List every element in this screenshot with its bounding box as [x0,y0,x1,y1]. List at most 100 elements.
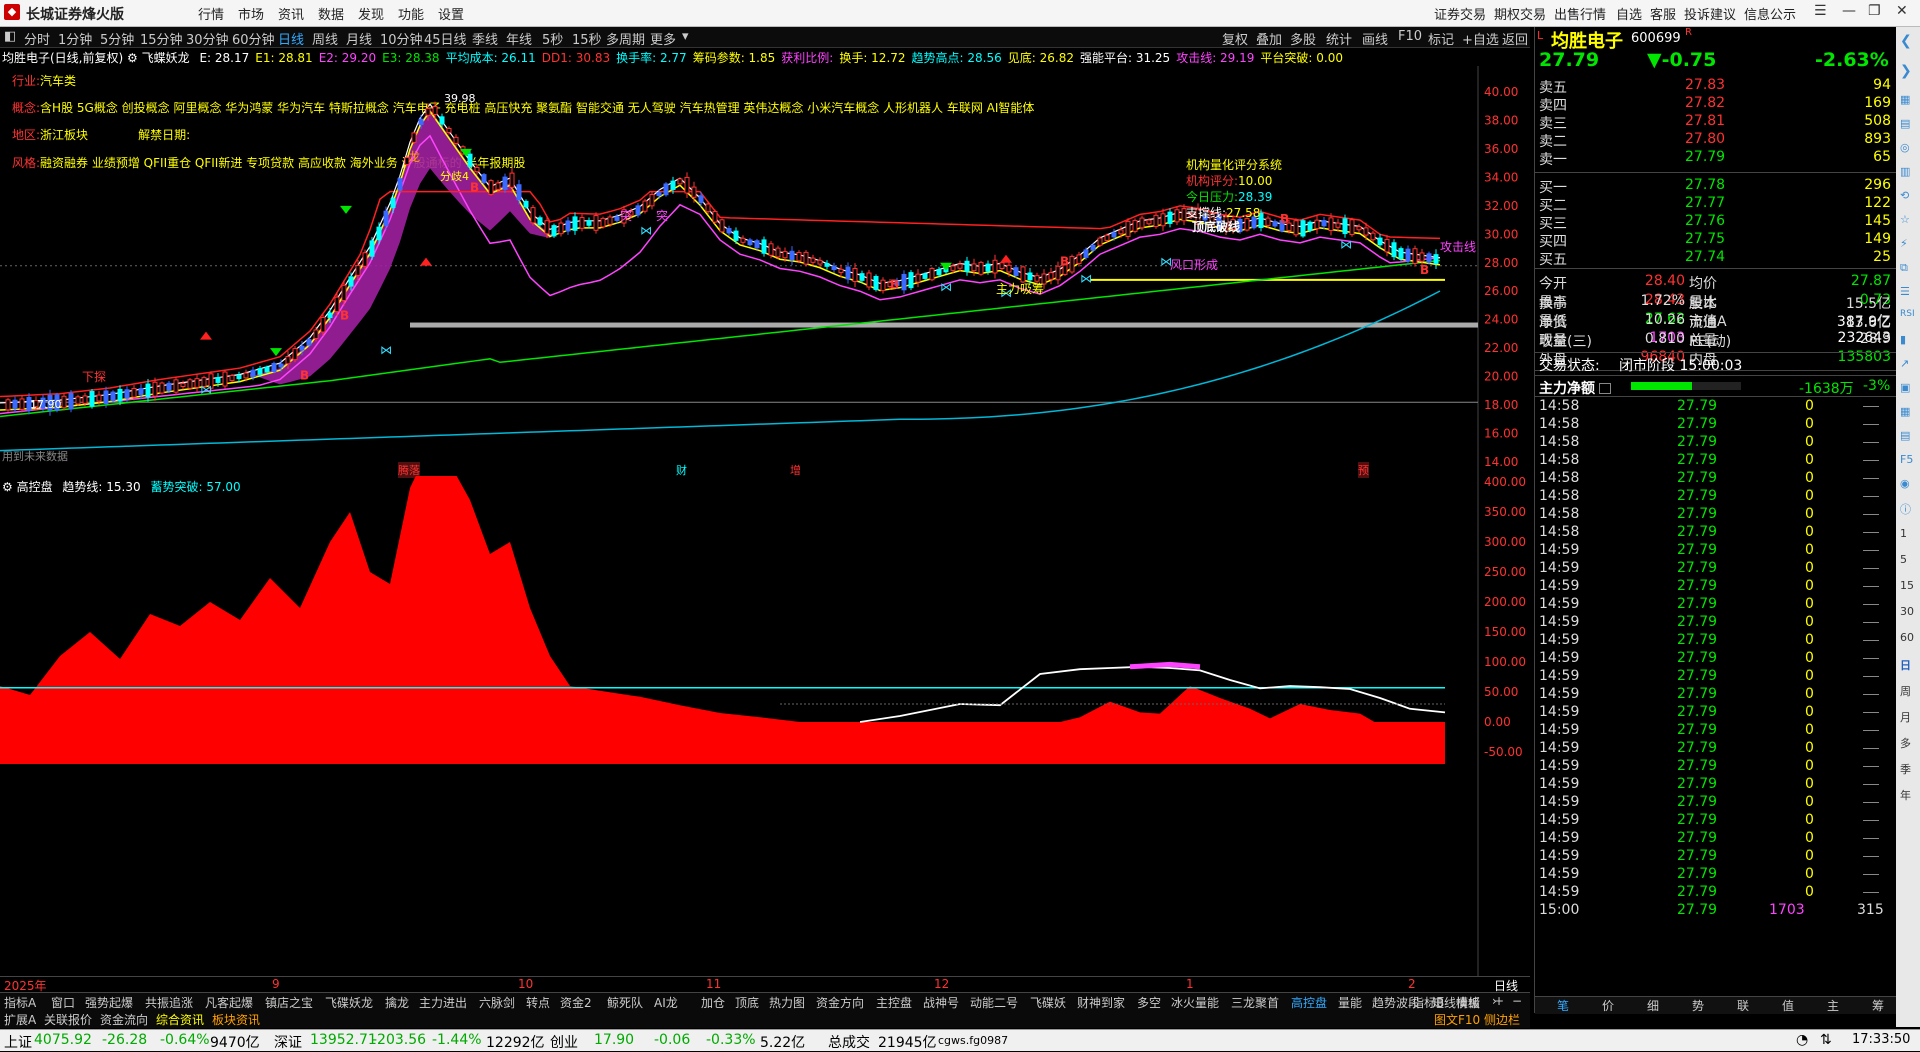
rail-period-1[interactable]: 1 [1900,527,1907,540]
indicator-tab[interactable]: 热力图 [769,994,805,1011]
detail-tab[interactable]: 主 [1827,997,1839,1014]
rail-bolt-icon[interactable]: ⚡ [1900,237,1908,250]
indicator-tab[interactable]: 飞碟妖 [1030,994,1066,1011]
rail-period-multi[interactable]: 多 [1900,735,1911,751]
indicator-tab[interactable]: 鲸死队 [607,994,643,1011]
period-multi[interactable]: 多周期 [606,29,645,48]
indicator-tab[interactable]: 镇店之宝 [265,994,313,1011]
tool-draw[interactable]: 画线 [1362,29,1388,48]
menu-options-trade[interactable]: 期权交易 [1494,4,1546,23]
indicator-b-tab[interactable]: 指标B [1412,994,1444,1011]
period-quarter[interactable]: 季线 [472,29,498,48]
menu-discover[interactable]: 发现 [358,4,384,23]
rail-grid-icon[interactable]: ▦ [1900,93,1910,106]
detail-tab[interactable]: 值 [1782,997,1794,1014]
rail-bars-icon[interactable]: ▮ [1900,333,1906,346]
ext-tab-related[interactable]: 关联报价 [44,1011,92,1028]
rail-lock-icon[interactable]: ▣ [1900,381,1910,394]
indicator-tab[interactable]: 擒龙 [385,994,409,1011]
indicator-tab[interactable]: 战神号 [923,994,959,1011]
menu-watchlist[interactable]: 自选 [1616,4,1642,23]
tool-mark[interactable]: 标记 [1428,29,1454,48]
indicator-tab[interactable]: AI龙 [654,994,678,1011]
menu-news[interactable]: 资讯 [278,4,304,23]
detail-tab[interactable]: 细 [1647,997,1659,1014]
ext-tab-f10-sidebar[interactable]: 图文F10 侧边栏 [1434,1011,1520,1028]
period-10min[interactable]: 10分钟 [380,29,423,48]
rail-period-day[interactable]: 日 [1900,657,1911,673]
indicator-tab[interactable]: 资金方向 [816,994,864,1011]
indicator-tab[interactable]: 多空 [1137,994,1161,1011]
rail-rsi-icon[interactable]: RSI [1900,309,1915,319]
indicator-tab[interactable]: 强势起爆 [85,994,133,1011]
rail-period-15[interactable]: 15 [1900,579,1914,592]
period-45day[interactable]: 45日线 [424,29,467,48]
template-tab[interactable]: 模板 [1456,994,1480,1011]
tool-stats[interactable]: 统计 [1326,29,1352,48]
rail-period-5[interactable]: 5 [1900,553,1907,566]
rail-doc-icon[interactable]: ▤ [1900,429,1910,442]
indicator-tab[interactable]: 主控盘 [876,994,912,1011]
detail-tab[interactable]: 势 [1692,997,1704,1014]
period-5sec[interactable]: 5秒 [542,29,563,48]
indicator-name[interactable]: 飞蝶妖龙 [142,51,190,65]
period-weekly[interactable]: 周线 [312,29,338,48]
maximize-icon[interactable]: ❐ [1868,3,1881,19]
add-tab-icon[interactable]: + [1494,994,1504,1008]
indicator-tab[interactable]: 六脉剑 [479,994,515,1011]
rail-period-week[interactable]: 周 [1900,683,1911,699]
menu-service[interactable]: 客服 [1650,4,1676,23]
indicator-tab[interactable]: 飞碟妖龙 [325,994,373,1011]
indicator-tab[interactable]: 凡客起爆 [205,994,253,1011]
menu-market[interactable]: 行情 [198,4,224,23]
ext-tab-sector-news[interactable]: 板块资讯 [212,1011,260,1028]
indicator-tab[interactable]: 高控盘 [1291,994,1327,1011]
indicator-tab[interactable]: 三龙聚首 [1231,994,1279,1011]
rail-period-month[interactable]: 月 [1900,709,1911,725]
indicator-tab[interactable]: 顶底 [735,994,759,1011]
ext-tab-news[interactable]: 综合资讯 [156,1011,204,1028]
period-more[interactable]: 更多 [650,29,676,48]
chevron-down-icon[interactable]: ▾ [682,29,689,44]
menu-function[interactable]: 功能 [398,4,424,23]
indicator-tab[interactable]: 加仓 [701,994,725,1011]
detail-tab[interactable]: 价 [1602,997,1614,1014]
panel-toggle-icon[interactable]: ◧ [4,29,16,44]
menu-settings[interactable]: 设置 [438,4,464,23]
period-15min[interactable]: 15分钟 [140,29,183,48]
tool-adjust[interactable]: 复权 [1222,29,1248,48]
indicator-tab[interactable]: 指标A [4,994,36,1011]
control-indicator-chart[interactable]: 450.00400.00350.00300.00250.00200.00150.… [0,476,1530,976]
menu-complaints[interactable]: 投诉建议 [1684,4,1736,23]
rail-history-icon[interactable]: ⟲ [1900,189,1909,202]
rail-compass-icon[interactable]: ◎ [1900,141,1910,154]
rail-trend-icon[interactable]: ↗ [1900,357,1909,370]
menu-securities-trade[interactable]: 证券交易 [1434,4,1486,23]
rail-tag-icon[interactable]: ⧉ [1900,261,1908,275]
sz-label[interactable]: 深证 [274,1032,302,1052]
rail-target-icon[interactable]: ◉ [1900,477,1910,490]
period-60min[interactable]: 60分钟 [232,29,275,48]
indicator-tab[interactable]: 财神到家 [1077,994,1125,1011]
indicator-tab[interactable]: 动能二号 [970,994,1018,1011]
period-15sec[interactable]: 15秒 [572,29,602,48]
tool-add-watch[interactable]: +自选 [1462,29,1499,48]
rail-period-30[interactable]: 30 [1900,605,1914,618]
period-year[interactable]: 年线 [506,29,532,48]
chevron-left-icon[interactable]: ❮ [1900,33,1912,49]
ext-tab-fund-flow[interactable]: 资金流向 [100,1011,148,1028]
indicator-tab[interactable]: 窗口 [51,994,75,1011]
period-5min[interactable]: 5分钟 [100,29,134,48]
menu-sell-quotes[interactable]: 出售行情 [1554,4,1606,23]
rail-period-60[interactable]: 60 [1900,631,1914,644]
menu-market2[interactable]: 市场 [238,4,264,23]
menu-disclosure[interactable]: 信息公示 [1744,4,1796,23]
rail-grid2-icon[interactable]: ▦ [1900,405,1910,418]
menu-icon[interactable]: ☰ [1814,3,1827,19]
indicator-tab[interactable]: 转点 [526,994,550,1011]
detail-tab[interactable]: 笔 [1557,997,1569,1014]
candlestick-chart[interactable]: 40.00 38.00 36.00 34.00 32.00 30.00 28.00 26.00… [0,66,1530,476]
rail-list-icon[interactable]: ☰ [1900,285,1910,298]
period-1min[interactable]: 1分钟 [58,29,92,48]
tick-list[interactable]: 14:58 27.79 0 14:58 27.79 0 14:58 27.79 0 14:58 27… [1535,398,1897,998]
